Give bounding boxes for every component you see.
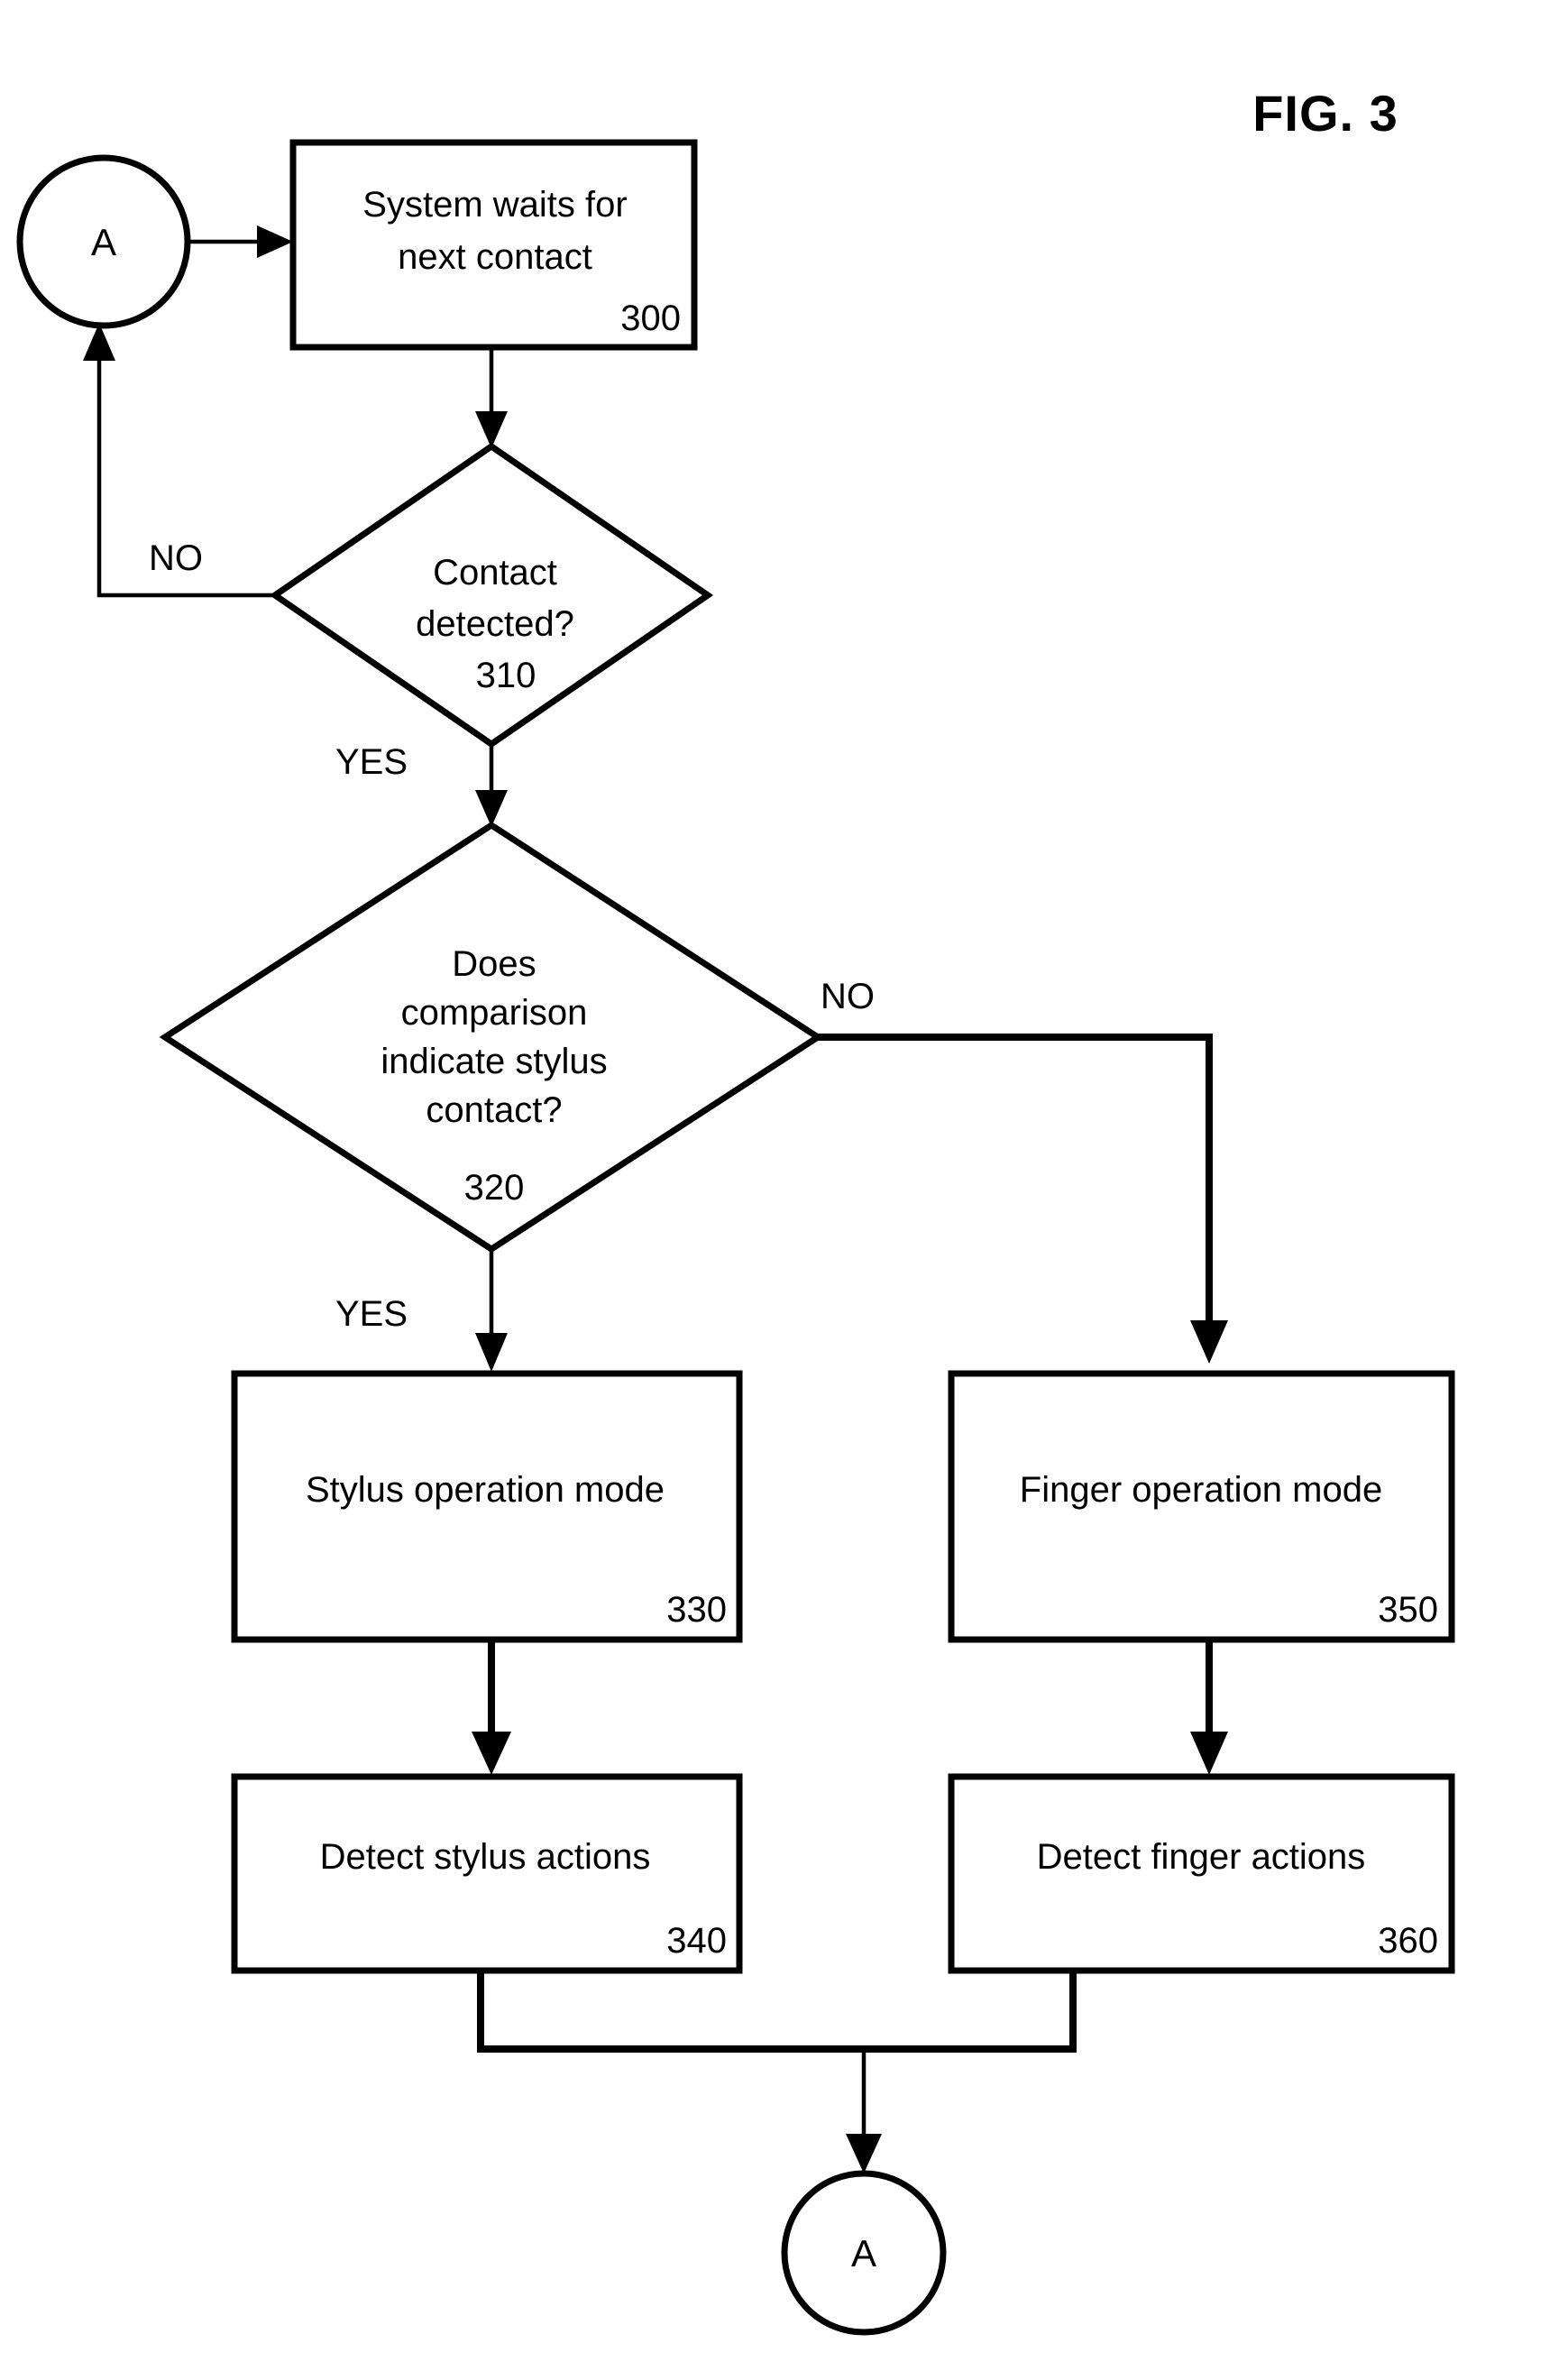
- connector-entry-label: A: [91, 221, 116, 263]
- arrowhead-330-to-340: [472, 1732, 511, 1775]
- connector-exit-label: A: [851, 2232, 876, 2274]
- branch-label-no-320: NO: [821, 977, 875, 1016]
- node-step-340-ref: 340: [666, 1921, 727, 1961]
- node-step-300-line2: next contact: [398, 237, 592, 277]
- node-decision-320-line2: comparison: [401, 993, 588, 1033]
- node-decision-320-line1: Does: [452, 944, 536, 984]
- node-decision-310-line1: Contact: [433, 553, 557, 593]
- node-step-360-label: Detect finger actions: [1037, 1837, 1366, 1877]
- node-decision-320-line3: indicate stylus: [381, 1042, 607, 1081]
- node-decision-320-ref: 320: [464, 1168, 525, 1208]
- node-step-350-label: Finger operation mode: [1020, 1470, 1382, 1510]
- node-step-350-ref: 350: [1378, 1590, 1438, 1630]
- branch-label-no-310: NO: [149, 538, 203, 578]
- figure-canvas: FIG. 3 A System waits for next contact 3…: [0, 0, 1568, 2380]
- node-step-330-label: Stylus operation mode: [306, 1470, 665, 1510]
- edge-merge-340-360: [477, 1971, 1077, 2053]
- node-decision-310-line2: detected?: [416, 604, 574, 644]
- arrowhead-350-to-360: [1190, 1732, 1228, 1775]
- arrowhead-merge-to-exit: [846, 2134, 882, 2173]
- flowchart-diagram: FIG. 3 A System waits for next contact 3…: [16, 85, 1455, 2336]
- arrowhead-entry-to-300: [257, 225, 293, 258]
- edge-320-no-to-350: [816, 1034, 1213, 1326]
- node-decision-320-line4: contact?: [426, 1090, 562, 1130]
- node-step-300-ref: 300: [620, 299, 681, 338]
- arrowhead-310-no-to-entry: [83, 323, 115, 361]
- arrowhead-320-no-to-350: [1190, 1320, 1228, 1364]
- node-step-330-ref: 330: [666, 1590, 727, 1630]
- branch-label-yes-310: YES: [335, 742, 408, 782]
- node-step-340-label: Detect stylus actions: [320, 1837, 651, 1877]
- node-decision-310: [269, 442, 714, 749]
- node-step-360-ref: 360: [1378, 1921, 1438, 1961]
- node-decision-310-ref: 310: [476, 656, 536, 695]
- arrowhead-320-yes-to-330: [475, 1333, 508, 1372]
- branch-label-yes-320: YES: [335, 1294, 408, 1334]
- node-step-300-line1: System waits for: [362, 185, 627, 225]
- figure-title: FIG. 3: [1252, 85, 1398, 142]
